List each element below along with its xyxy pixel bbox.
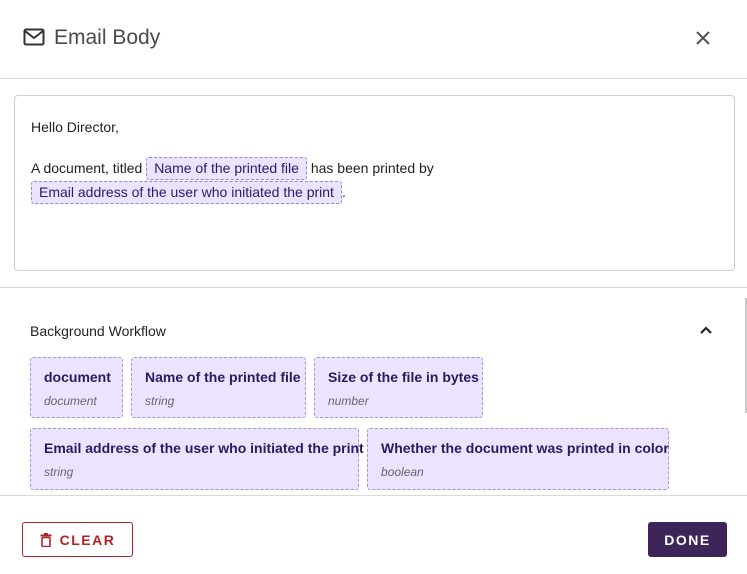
variable-name: document [44,369,111,385]
trash-icon [40,532,52,547]
done-button[interactable]: DONE [648,522,727,557]
variable-type: document [44,394,97,408]
mail-icon [23,28,45,46]
variable-name: Name of the printed file [145,369,301,385]
body-text-middle: has been printed by [310,160,434,176]
variable-type: number [328,394,369,408]
body-line: A document, titled Name of the printed f… [31,156,718,204]
clear-button-label: CLEAR [59,531,116,548]
background-workflow-panel: Background Workflow document document Na… [0,288,747,495]
variable-type: string [145,394,175,408]
variable-name: Size of the file in bytes [328,369,479,385]
variable-type: boolean [381,465,424,479]
clear-button[interactable]: CLEAR [22,522,133,557]
done-button-label: DONE [664,531,711,548]
body-text-prefix: A document, titled [31,160,143,176]
close-icon[interactable] [690,25,716,51]
email-body-editor[interactable]: Hello Director, A document, titled Name … [14,95,735,271]
body-text-suffix: . [341,184,346,200]
variable-name: Whether the document was printed in colo… [381,440,669,456]
editor-section: Hello Director, A document, titled Name … [0,79,747,288]
dialog-footer: CLEAR DONE [0,495,747,574]
variable-type: string [44,465,74,479]
variable-card-file-name[interactable]: Name of the printed file string [131,357,306,418]
email-body-dialog: Email Body Hello Director, A document, t… [0,0,747,574]
dialog-header: Email Body [0,0,747,79]
greeting-text: Hello Director, [31,119,119,135]
chevron-up-icon[interactable] [698,324,714,336]
variable-card-file-size[interactable]: Size of the file in bytes number [314,357,483,418]
variable-name: Email address of the user who initiated … [44,440,364,456]
inline-variable-chip-file-name[interactable]: Name of the printed file [146,157,307,180]
workflow-title: Background Workflow [30,323,166,339]
inline-variable-chip-user-email[interactable]: Email address of the user who initiated … [31,181,342,204]
dialog-title: Email Body [54,26,161,49]
variable-card-printed-in-color[interactable]: Whether the document was printed in colo… [367,428,669,490]
variable-card-user-email[interactable]: Email address of the user who initiated … [30,428,364,490]
variable-card-document[interactable]: document document [30,357,123,418]
